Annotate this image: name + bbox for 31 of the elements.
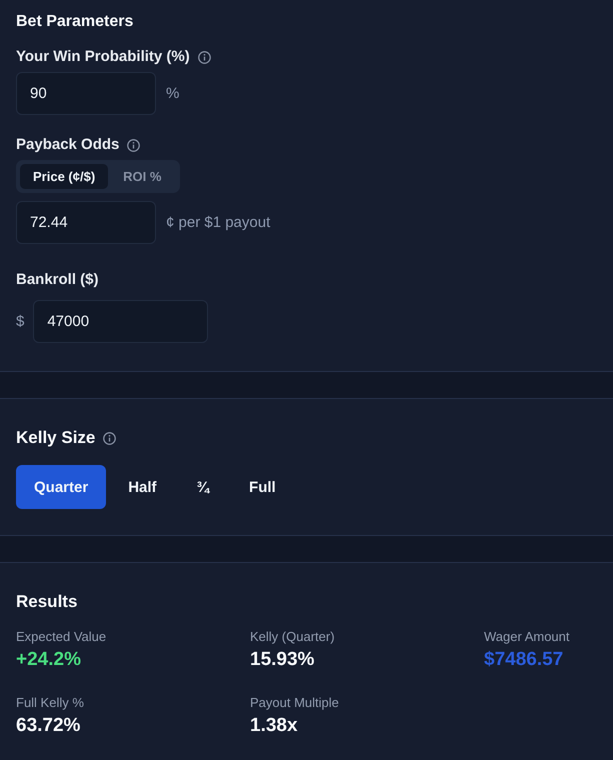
info-icon[interactable] — [198, 50, 211, 64]
section-title: Results — [16, 592, 78, 612]
field-label: Bankroll ($) — [16, 270, 99, 290]
metric-value: $7486.57 — [484, 648, 564, 672]
metric-label: Kelly (Quarter) — [250, 629, 336, 645]
field-label: Payback Odds — [16, 135, 120, 155]
kelly-size-button[interactable]: Half — [110, 465, 175, 509]
unit-label: % — [166, 85, 180, 102]
section-title: Bet Parameters — [16, 12, 134, 32]
currency-prefix: $ — [16, 313, 24, 330]
odds-mode-tab[interactable]: Price (¢/$) — [20, 164, 108, 189]
section-title: Kelly Size — [16, 428, 96, 448]
metric-value: 1.38x — [250, 714, 299, 738]
kelly-size-button[interactable]: Full — [231, 465, 294, 509]
metric-value: 15.93% — [250, 648, 316, 672]
input-field[interactable]: 90 — [16, 72, 156, 115]
info-icon[interactable] — [103, 432, 116, 444]
unit-label: ¢ per $1 payout — [166, 214, 270, 231]
input-field[interactable]: 47000 — [33, 300, 208, 343]
input-field[interactable]: 72.44 — [16, 201, 156, 244]
kelly-size-button[interactable]: ¾ — [178, 465, 228, 509]
odds-mode-tab[interactable]: ROI % — [108, 164, 176, 189]
info-icon[interactable] — [127, 138, 140, 152]
metric-label: Payout Multiple — [250, 695, 340, 711]
metric-label: Full Kelly % — [16, 695, 85, 711]
field-label: Your Win Probability (%) — [16, 47, 190, 67]
metric-label: Expected Value — [16, 629, 108, 645]
metric-value: +24.2% — [16, 648, 82, 672]
kelly-size-button[interactable]: Quarter — [16, 465, 106, 509]
metric-label: Wager Amount — [484, 629, 571, 645]
metric-value: 63.72% — [16, 714, 82, 738]
